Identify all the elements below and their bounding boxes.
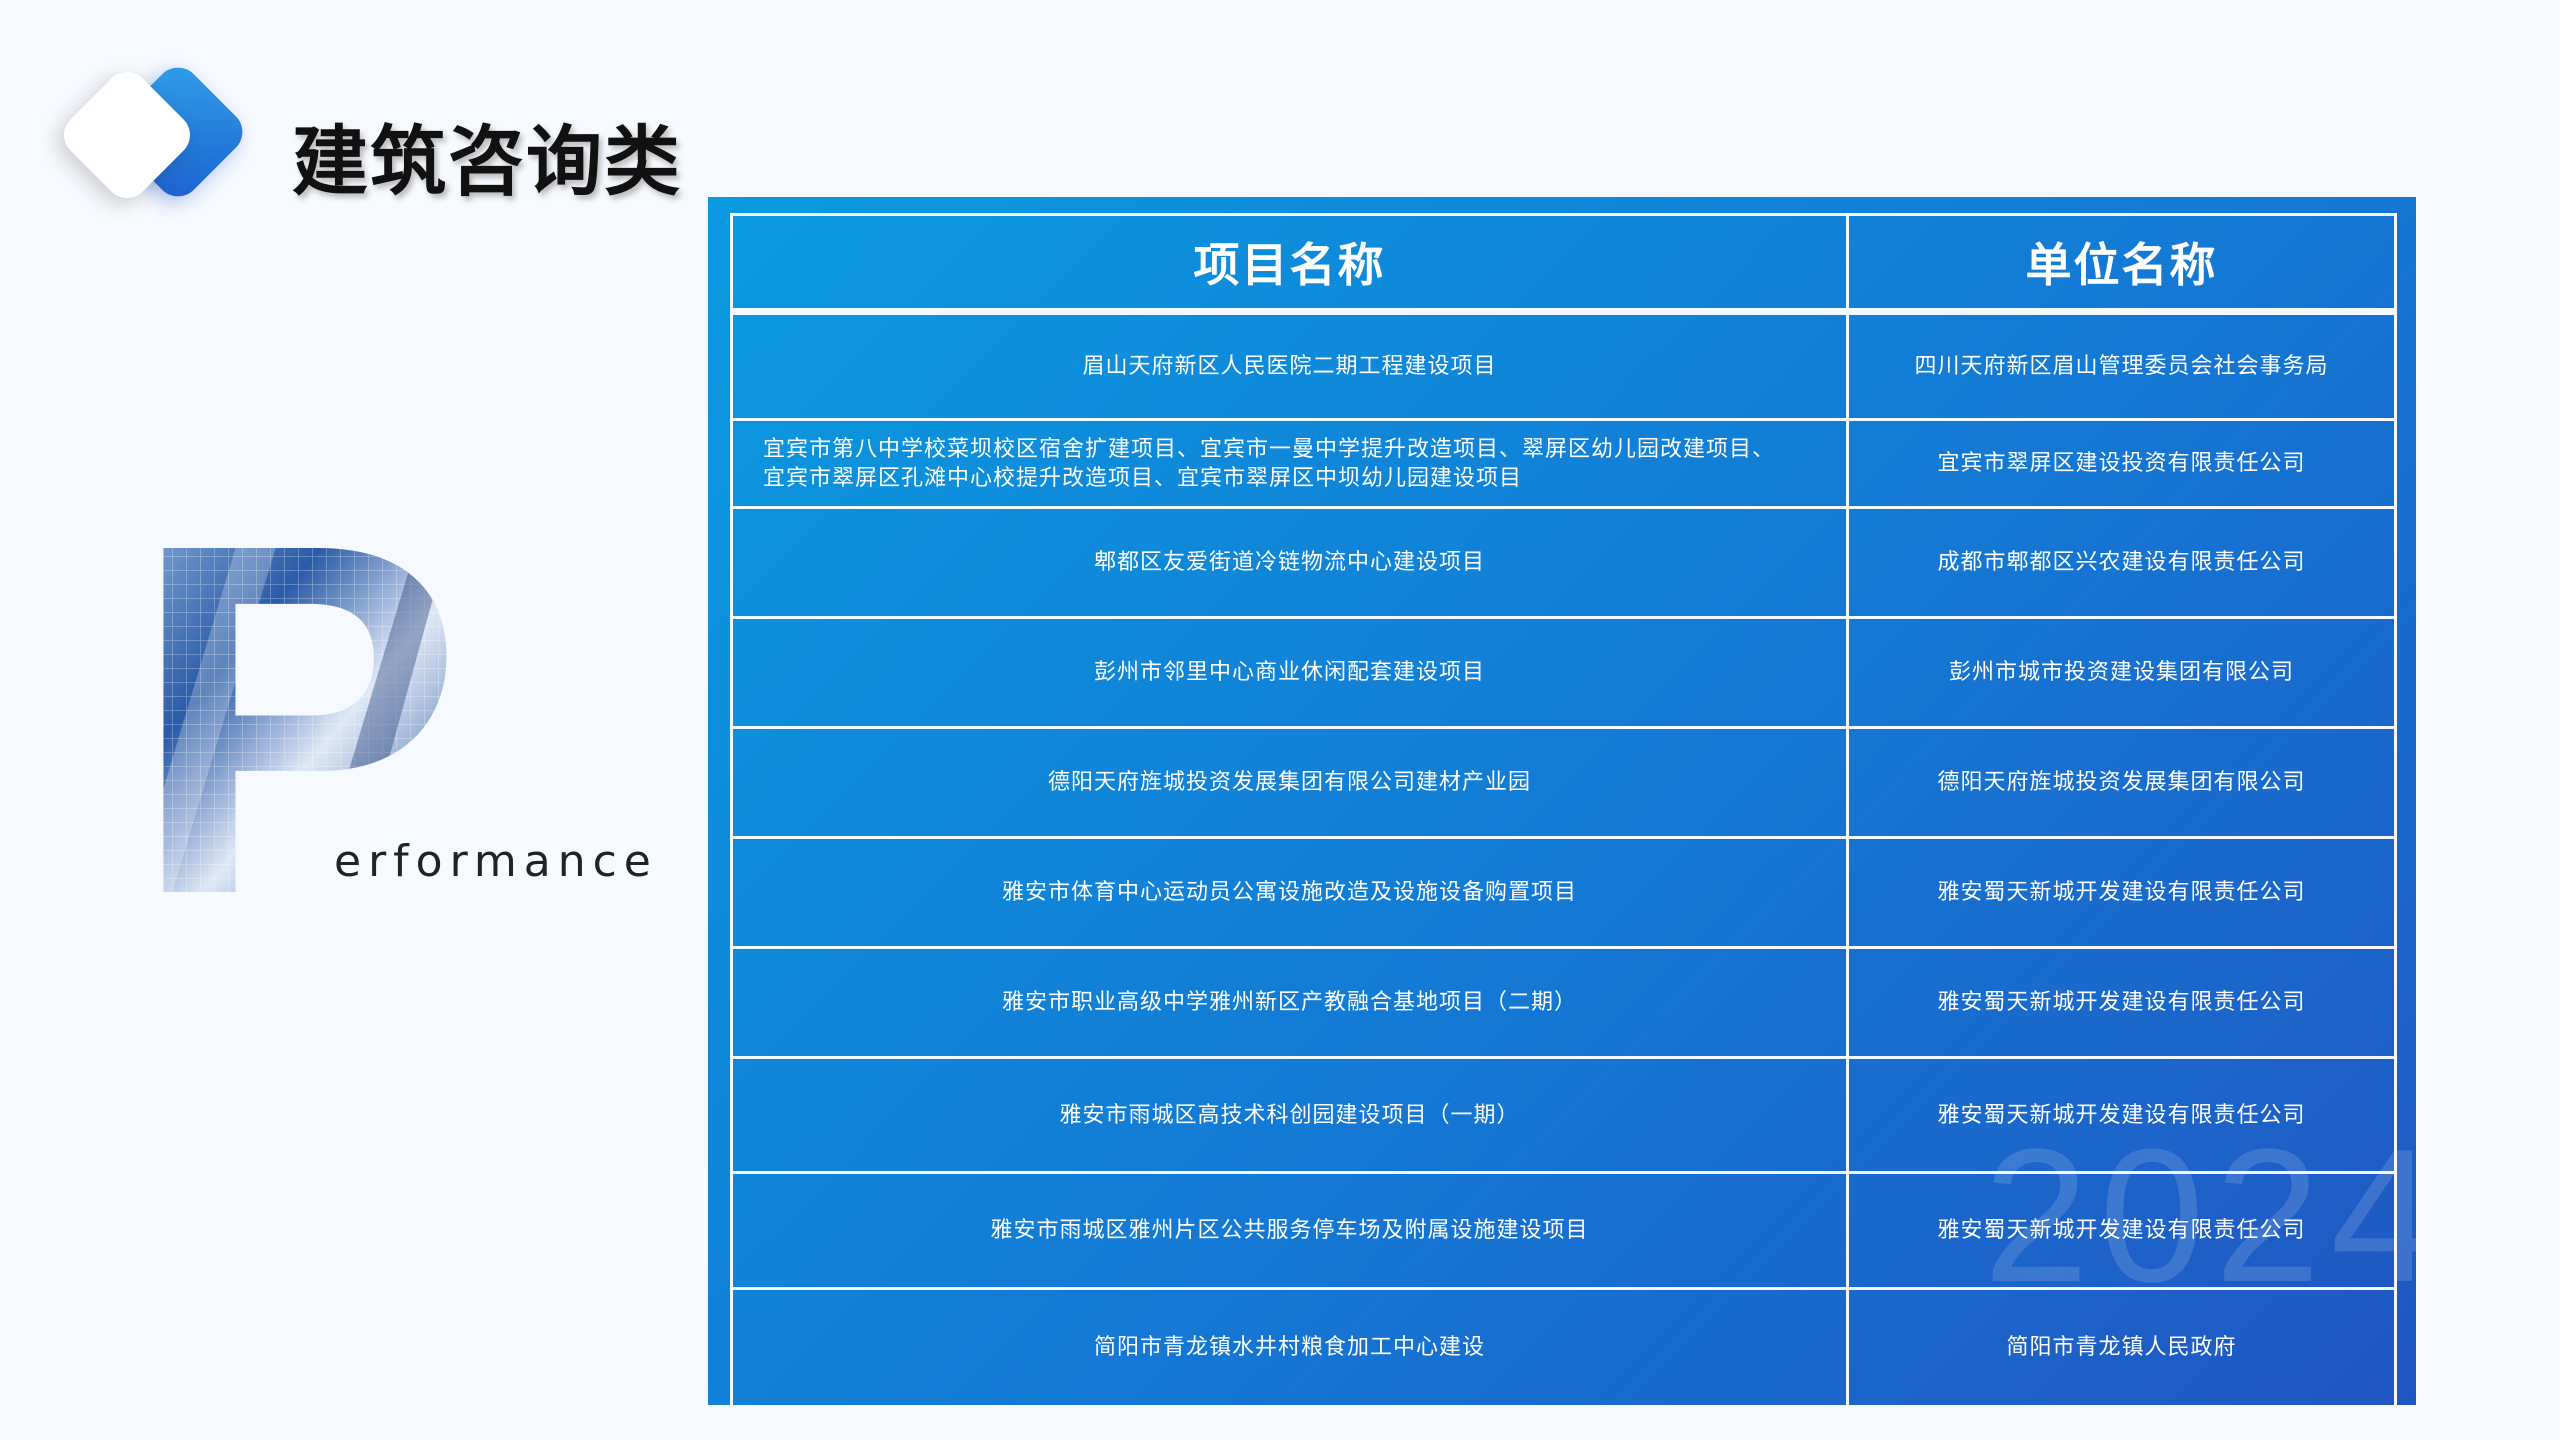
table-row: 德阳天府旌城投资发展集团有限公司建材产业园 德阳天府旌城投资发展集团有限公司 bbox=[730, 726, 2397, 839]
unit-name-cell: 简阳市青龙镇人民政府 bbox=[1846, 1287, 2397, 1405]
table-row: 宜宾市第八中学校菜坝校区宿舍扩建项目、宜宾市一曼中学提升改造项目、翠屏区幼儿园改… bbox=[730, 418, 2397, 509]
table-row: 雅安市雨城区高技术科创园建设项目（一期） 雅安蜀天新城开发建设有限责任公司 bbox=[730, 1056, 2397, 1174]
project-name-cell: 郫都区友爱街道冷链物流中心建设项目 bbox=[730, 506, 1849, 619]
table-row: 简阳市青龙镇水井村粮食加工中心建设 简阳市青龙镇人民政府 bbox=[730, 1287, 2397, 1405]
page-title: 建筑咨询类 bbox=[292, 117, 682, 206]
column-header-unit: 单位名称 bbox=[1846, 213, 2397, 315]
unit-name-cell: 成都市郫都区兴农建设有限责任公司 bbox=[1846, 506, 2397, 619]
unit-name-cell: 四川天府新区眉山管理委员会社会事务局 bbox=[1846, 310, 2397, 421]
table-row: 眉山天府新区人民医院二期工程建设项目 四川天府新区眉山管理委员会社会事务局 bbox=[730, 310, 2397, 421]
project-table-panel: 2024 项目名称 单位名称 眉山天府新区人民医院二期工程建设项目 四川天府新区… bbox=[708, 197, 2416, 1405]
table-row: 雅安市体育中心运动员公寓设施改造及设施设备购置项目 雅安蜀天新城开发建设有限责任… bbox=[730, 836, 2397, 949]
project-name-cell: 雅安市雨城区高技术科创园建设项目（一期） bbox=[730, 1056, 1849, 1174]
table-row: 雅安市雨城区雅州片区公共服务停车场及附属设施建设项目 雅安蜀天新城开发建设有限责… bbox=[730, 1171, 2397, 1290]
project-name-cell: 宜宾市第八中学校菜坝校区宿舍扩建项目、宜宾市一曼中学提升改造项目、翠屏区幼儿园改… bbox=[730, 418, 1849, 509]
unit-name-cell: 雅安蜀天新城开发建设有限责任公司 bbox=[1846, 1171, 2397, 1290]
unit-name-cell: 雅安蜀天新城开发建设有限责任公司 bbox=[1846, 1056, 2397, 1174]
project-name-cell: 雅安市雨城区雅州片区公共服务停车场及附属设施建设项目 bbox=[730, 1171, 1849, 1290]
performance-caption: erformance bbox=[334, 836, 658, 887]
project-name-cell: 简阳市青龙镇水井村粮食加工中心建设 bbox=[730, 1287, 1849, 1405]
project-name-cell: 雅安市职业高级中学雅州新区产教融合基地项目（二期） bbox=[730, 946, 1849, 1059]
project-name-cell: 雅安市体育中心运动员公寓设施改造及设施设备购置项目 bbox=[730, 836, 1849, 949]
project-name-cell: 彭州市邻里中心商业休闲配套建设项目 bbox=[730, 616, 1849, 729]
unit-name-cell: 雅安蜀天新城开发建设有限责任公司 bbox=[1846, 946, 2397, 1059]
table-row: 雅安市职业高级中学雅州新区产教融合基地项目（二期） 雅安蜀天新城开发建设有限责任… bbox=[730, 946, 2397, 1059]
project-name-line: 宜宾市翠屏区孔滩中心校提升改造项目、宜宾市翠屏区中坝幼儿园建设项目 bbox=[763, 465, 1523, 491]
table-header-row: 项目名称 单位名称 bbox=[730, 213, 2397, 315]
unit-name-cell: 雅安蜀天新城开发建设有限责任公司 bbox=[1846, 836, 2397, 949]
project-name-line: 宜宾市第八中学校菜坝校区宿舍扩建项目、宜宾市一曼中学提升改造项目、翠屏区幼儿园改… bbox=[763, 436, 1776, 462]
project-name-cell: 德阳天府旌城投资发展集团有限公司建材产业园 bbox=[730, 726, 1849, 839]
unit-name-cell: 宜宾市翠屏区建设投资有限责任公司 bbox=[1846, 418, 2397, 509]
table-row: 彭州市邻里中心商业休闲配套建设项目 彭州市城市投资建设集团有限公司 bbox=[730, 616, 2397, 729]
table-row: 郫都区友爱街道冷链物流中心建设项目 成都市郫都区兴农建设有限责任公司 bbox=[730, 506, 2397, 619]
unit-name-cell: 彭州市城市投资建设集团有限公司 bbox=[1846, 616, 2397, 729]
project-name-cell: 眉山天府新区人民医院二期工程建设项目 bbox=[730, 310, 1849, 421]
project-table: 项目名称 单位名称 眉山天府新区人民医院二期工程建设项目 四川天府新区眉山管理委… bbox=[730, 213, 2397, 1405]
unit-name-cell: 德阳天府旌城投资发展集团有限公司 bbox=[1846, 726, 2397, 839]
brand-logo bbox=[54, 58, 252, 212]
column-header-project: 项目名称 bbox=[730, 213, 1849, 315]
